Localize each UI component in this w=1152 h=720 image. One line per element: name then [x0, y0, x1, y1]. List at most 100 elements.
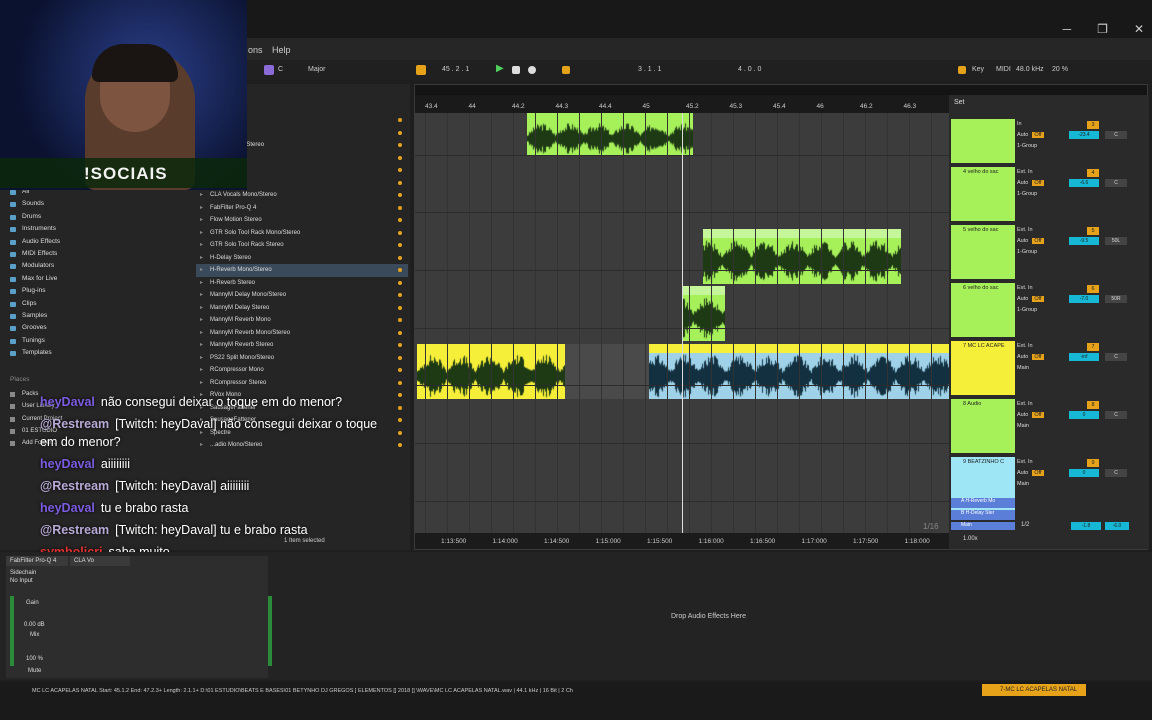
track-header[interactable] [951, 119, 1015, 163]
loop-length[interactable]: 4 . 0 . 0 [738, 66, 761, 73]
browser-file-item[interactable]: PS22 Split Mono/Stereo [196, 352, 408, 365]
scale-select[interactable]: Major [308, 66, 326, 73]
key-button[interactable]: Key [972, 66, 984, 73]
browser-file-item[interactable]: MannyM Reverb Mono [196, 314, 408, 327]
output-routing[interactable]: Main [1017, 421, 1062, 432]
monitor-auto[interactable]: Auto [1017, 294, 1062, 305]
main-track[interactable]: Main [951, 522, 1015, 530]
browser-category[interactable]: Grooves [6, 322, 196, 334]
track-volume[interactable]: 0 [1069, 469, 1099, 477]
output-routing[interactable]: 1-Group [1017, 189, 1062, 200]
browser-category[interactable]: Instruments [6, 223, 196, 235]
browser-file-item[interactable]: MannyM Reverb Stereo [196, 339, 408, 352]
midi-button[interactable]: MIDI [996, 66, 1011, 73]
plugin-title-2[interactable]: CLA Vo [70, 556, 130, 566]
browser-category[interactable]: Samples [6, 310, 196, 322]
track-pan[interactable]: C [1105, 179, 1127, 187]
track-number[interactable]: 6 [1087, 285, 1099, 293]
playhead[interactable] [682, 113, 683, 533]
track-number[interactable]: 8 [1087, 401, 1099, 409]
output-routing[interactable]: Main [1017, 479, 1062, 490]
track-number[interactable]: 3 [1087, 121, 1099, 129]
browser-file-item[interactable]: MannyM Reverb Mono/Stereo [196, 327, 408, 340]
automation-arm-icon[interactable] [562, 66, 570, 74]
track-volume[interactable]: -6.6 [1069, 179, 1099, 187]
monitor-auto[interactable]: Auto [1017, 410, 1062, 421]
track-volume[interactable]: -9.5 [1069, 237, 1099, 245]
output-routing[interactable]: Main [1017, 363, 1062, 374]
browser-category[interactable]: Sounds [6, 198, 196, 210]
track-number[interactable]: 9 [1087, 459, 1099, 467]
return-track-b[interactable]: B H-Delay Ster [951, 510, 1015, 520]
track-volume[interactable]: -inf [1069, 353, 1099, 361]
track-volume[interactable]: -7.0 [1069, 295, 1099, 303]
minimize-icon[interactable]: ─ [1063, 22, 1072, 36]
browser-file-item[interactable]: H-Delay Stereo [196, 252, 408, 265]
menu-options[interactable]: ons [248, 45, 263, 55]
browser-file-item[interactable]: H-Reverb Stereo [196, 277, 408, 290]
record-button[interactable] [528, 66, 536, 74]
track-number[interactable]: 7 [1087, 343, 1099, 351]
browser-file-item[interactable]: MannyM Delay Mono/Stereo [196, 289, 408, 302]
output-routing[interactable]: 1-Group [1017, 141, 1062, 152]
track-pan[interactable]: C [1105, 411, 1127, 419]
browser-file-item[interactable]: H-Reverb Mono/Stereo [196, 264, 408, 277]
browser-file-item[interactable]: MannyM Delay Stereo [196, 302, 408, 315]
browser-file-item[interactable]: GTR Solo Tool Rack Mono/Stereo [196, 227, 408, 240]
track-number[interactable]: 4 [1087, 169, 1099, 177]
beat-ruler[interactable]: 43.4 44 44.2 44.3 44.4 45 45.2 45.3 45.4 46 46.2 46… [415, 95, 949, 113]
audio-clip[interactable] [527, 113, 693, 155]
track-pan[interactable]: C [1105, 469, 1127, 477]
monitor-auto[interactable]: Auto [1017, 468, 1062, 479]
browser-file-item[interactable]: GTR Solo Tool Rack Stereo [196, 239, 408, 252]
menu-help[interactable]: Help [272, 45, 291, 55]
song-position[interactable]: 45 . 2 . 1 [442, 66, 469, 73]
input-type[interactable]: Ext. In [1017, 399, 1062, 410]
input-type[interactable]: Ext. In [1017, 225, 1062, 236]
mix-value[interactable]: 100 % [26, 656, 43, 662]
browser-category[interactable]: Drums [6, 211, 196, 223]
browser-category[interactable]: Plug-ins [6, 285, 196, 297]
input-type[interactable]: Ext. In [1017, 283, 1062, 294]
key-map-icon[interactable] [958, 66, 966, 74]
input-type[interactable]: Ext. In [1017, 457, 1062, 468]
monitor-auto[interactable]: Auto [1017, 178, 1062, 189]
track-volume[interactable]: -23.4 [1069, 131, 1099, 139]
browser-category[interactable]: Max for Live [6, 273, 196, 285]
input-type[interactable]: In [1017, 119, 1062, 130]
browser-file-item[interactable]: FabFilter Pro-Q 4 [196, 202, 408, 215]
plugin-title[interactable]: FabFilter Pro-Q 4 [6, 556, 68, 566]
scale-icon[interactable] [264, 65, 274, 75]
mute-label[interactable]: Mute [28, 668, 41, 674]
track-header[interactable]: 5 velho do sac [951, 225, 1015, 279]
browser-file-item[interactable]: CLA Vocals Mono/Stereo [196, 189, 408, 202]
monitor-auto[interactable]: Auto [1017, 352, 1062, 363]
track-header[interactable]: 8 Audio [951, 399, 1015, 453]
input-type[interactable]: Ext. In [1017, 341, 1062, 352]
browser-file-item[interactable]: RCompressor Stereo [196, 377, 408, 390]
track-header[interactable]: 7 MC LC ACAPE [951, 341, 1015, 395]
gain-value[interactable]: 0.00 dB [24, 622, 45, 628]
browser-category[interactable]: Modulators [6, 260, 196, 272]
browser-category[interactable]: MIDI Effects [6, 248, 196, 260]
track-pan[interactable]: C [1105, 353, 1127, 361]
output-routing[interactable]: 1-Group [1017, 247, 1062, 258]
track-header[interactable]: 4 velho do sac [951, 167, 1015, 221]
restore-icon[interactable]: ❐ [1097, 22, 1108, 36]
stop-button[interactable] [512, 66, 520, 74]
browser-category[interactable]: Tunings [6, 335, 196, 347]
browser-file-item[interactable]: RCompressor Mono [196, 364, 408, 377]
close-icon[interactable]: ✕ [1134, 22, 1144, 36]
main-volume[interactable]: -1.8 [1071, 522, 1101, 530]
track-number[interactable]: 5 [1087, 227, 1099, 235]
browser-category[interactable]: Audio Effects [6, 236, 196, 248]
input-type[interactable]: Ext. In [1017, 167, 1062, 178]
follow-icon[interactable] [416, 65, 426, 75]
output-routing[interactable]: 1-Group [1017, 305, 1062, 316]
loop-start[interactable]: 3 . 1 . 1 [638, 66, 661, 73]
browser-file-item[interactable]: Flow Motion Stereo [196, 214, 408, 227]
no-input-label[interactable]: No Input [10, 578, 33, 584]
track-pan[interactable]: 50L [1105, 237, 1127, 245]
key-select[interactable]: C [278, 66, 283, 73]
monitor-auto[interactable]: Auto [1017, 130, 1062, 141]
